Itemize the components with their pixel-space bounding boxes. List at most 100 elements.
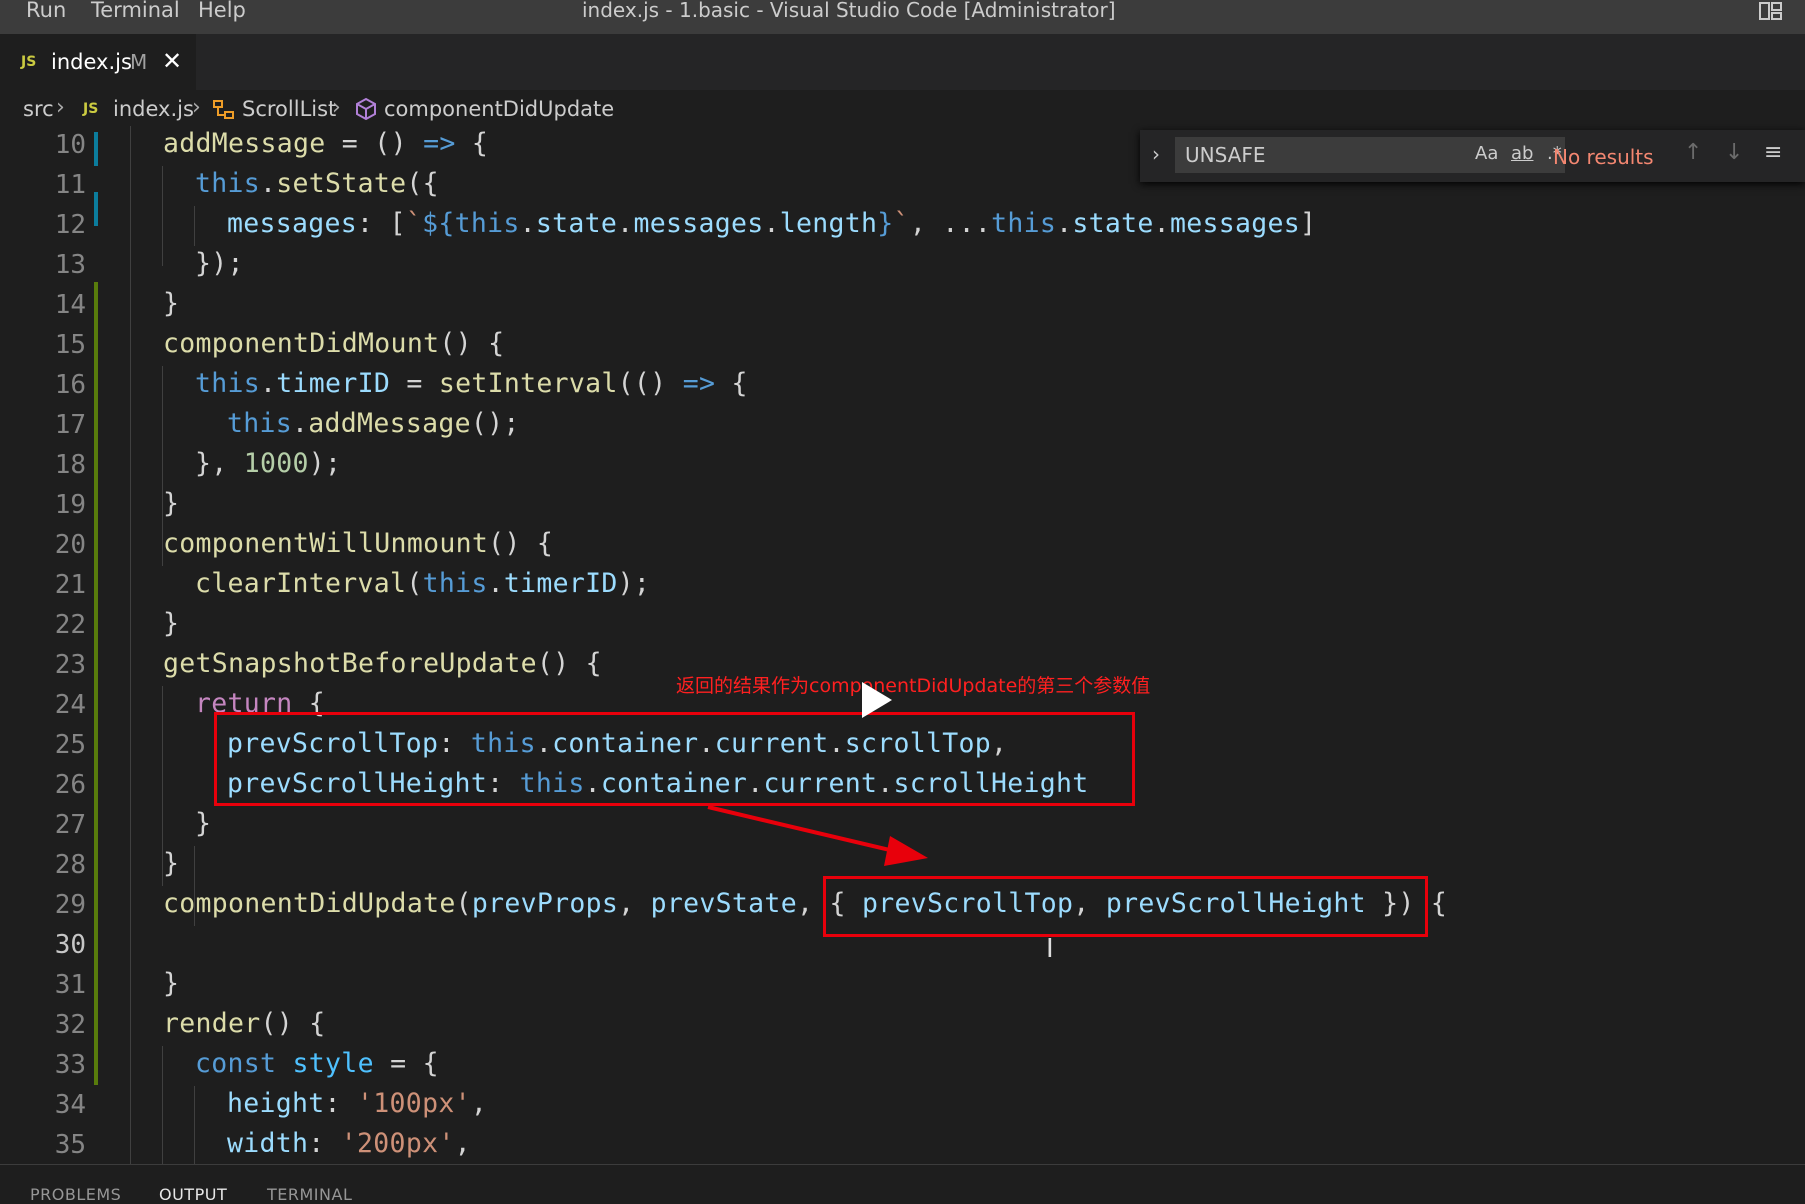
code-token: style <box>292 1048 374 1079</box>
code-token: . <box>260 368 277 399</box>
line-number: 35 <box>54 1130 86 1160</box>
code-token: ({ <box>406 168 439 199</box>
code-line: } <box>163 288 179 319</box>
line-number: 33 <box>54 1050 86 1080</box>
find-in-selection-icon[interactable]: ≡ <box>1764 140 1782 165</box>
chevron-right-icon[interactable]: › <box>1152 142 1160 166</box>
code-token: : <box>324 1088 358 1119</box>
code-token: => <box>423 128 456 159</box>
line-number: 19 <box>54 490 86 520</box>
line-number: 27 <box>54 810 86 840</box>
code-token: = () <box>325 128 424 159</box>
breadcrumb-folder[interactable]: src <box>23 97 54 121</box>
line-number: 32 <box>54 1010 86 1040</box>
tab-index-js[interactable]: JS index.js M ✕ <box>0 34 196 91</box>
code-line: messages: [`${this.state.messages.length… <box>227 208 1316 239</box>
line-number: 23 <box>54 650 86 680</box>
chevron-right-icon: › <box>332 95 341 120</box>
code-line: componentDidMount() { <box>163 328 504 359</box>
code-token: clearInterval <box>195 568 407 599</box>
code-line: const style = { <box>195 1048 439 1079</box>
code-token: . <box>260 168 277 199</box>
code-token: ` <box>405 208 423 239</box>
code-line: } <box>163 608 179 639</box>
line-number: 24 <box>54 690 86 720</box>
breadcrumb-class[interactable]: ScrollList <box>242 97 336 121</box>
code-token: this <box>422 568 488 599</box>
chevron-right-icon: › <box>56 95 65 120</box>
tab-problems[interactable]: PROBLEMS <box>30 1185 121 1204</box>
find-result-count: No results <box>1553 145 1654 169</box>
line-number: 14 <box>54 290 86 320</box>
code-token: } <box>163 288 180 319</box>
code-line: }); <box>195 248 244 279</box>
code-token: '100px' <box>357 1088 471 1119</box>
code-token: : <box>308 1128 341 1159</box>
code-token: prevProps <box>471 888 619 919</box>
code-token: . <box>763 208 780 239</box>
annotation-box-third-param <box>823 876 1428 937</box>
code-token: timerID <box>276 368 391 399</box>
code-token: ] <box>1299 208 1317 239</box>
code-token: . <box>1056 208 1073 239</box>
match-case-toggle[interactable]: Aa <box>1475 143 1498 164</box>
code-line: componentWillUnmount() { <box>163 528 553 559</box>
code-token: . <box>519 208 536 239</box>
layout-icon[interactable] <box>1759 2 1783 20</box>
menu-help[interactable]: Help <box>198 0 246 22</box>
line-number: 29 <box>54 890 86 920</box>
breadcrumb: src › JS index.js › ScrollList › compone… <box>0 92 1805 126</box>
code-token: '200px' <box>340 1128 455 1159</box>
code-token: } <box>163 848 180 879</box>
chevron-right-icon: › <box>192 95 201 120</box>
code-token: 1000 <box>243 448 309 479</box>
code-token: ( <box>406 568 423 599</box>
code-token: ); <box>617 568 651 599</box>
tab-terminal[interactable]: TERMINAL <box>267 1185 352 1204</box>
line-number: 17 <box>54 410 86 440</box>
whole-word-toggle[interactable]: ab <box>1511 143 1533 164</box>
code-token: this <box>195 368 261 399</box>
code-token: ` <box>893 208 910 239</box>
line-number: 25 <box>54 730 86 760</box>
code-line: this.addMessage(); <box>227 408 520 439</box>
line-number: 16 <box>54 370 86 400</box>
code-line: } <box>163 848 179 879</box>
annotation-arrow <box>707 805 928 866</box>
code-token: state <box>1072 208 1154 239</box>
close-icon[interactable]: ✕ <box>162 47 182 75</box>
code-token: const <box>195 1048 277 1079</box>
arrow-down-icon[interactable]: ↓ <box>1725 140 1743 165</box>
line-number: 10 <box>54 130 86 160</box>
title-bar: Run Terminal Help index.js - 1.basic - V… <box>0 0 1805 34</box>
code-token: messages <box>1169 208 1300 239</box>
code-line: getSnapshotBeforeUpdate() { <box>163 648 602 679</box>
breadcrumb-file[interactable]: index.js <box>113 97 194 121</box>
find-input[interactable]: UNSAFE Aa ab .* <box>1175 137 1565 173</box>
code-token: }); <box>195 248 244 279</box>
arrow-up-icon[interactable]: ↑ <box>1684 140 1702 165</box>
code-token: getSnapshotBeforeUpdate <box>163 648 537 679</box>
git-modified-marker <box>94 132 98 166</box>
code-token: , <box>618 888 651 919</box>
code-token: (); <box>470 408 520 439</box>
code-line: this.setState({ <box>195 168 439 199</box>
class-icon <box>213 100 234 119</box>
tab-bar: JS index.js M ✕ <box>0 34 1805 91</box>
text-cursor-icon: I <box>1046 934 1054 964</box>
tab-output[interactable]: OUTPUT <box>159 1185 227 1204</box>
code-token: . <box>487 568 504 599</box>
line-number: 30 <box>54 930 86 960</box>
menu-run[interactable]: Run <box>26 0 66 22</box>
code-token: this <box>227 408 293 439</box>
code-editor[interactable]: 10 11 12 13 14 15 16 17 18 19 20 21 22 23 24 25 26 27 28 29… <box>0 126 1805 1164</box>
js-file-icon: JS <box>83 101 99 117</box>
breadcrumb-method[interactable]: componentDidUpdate <box>384 97 614 121</box>
play-icon[interactable] <box>842 672 906 728</box>
line-number: 15 <box>54 330 86 360</box>
menu-terminal[interactable]: Terminal <box>91 0 180 22</box>
method-icon <box>356 97 376 121</box>
code-token: } <box>877 208 894 239</box>
code-token: => <box>682 368 716 399</box>
